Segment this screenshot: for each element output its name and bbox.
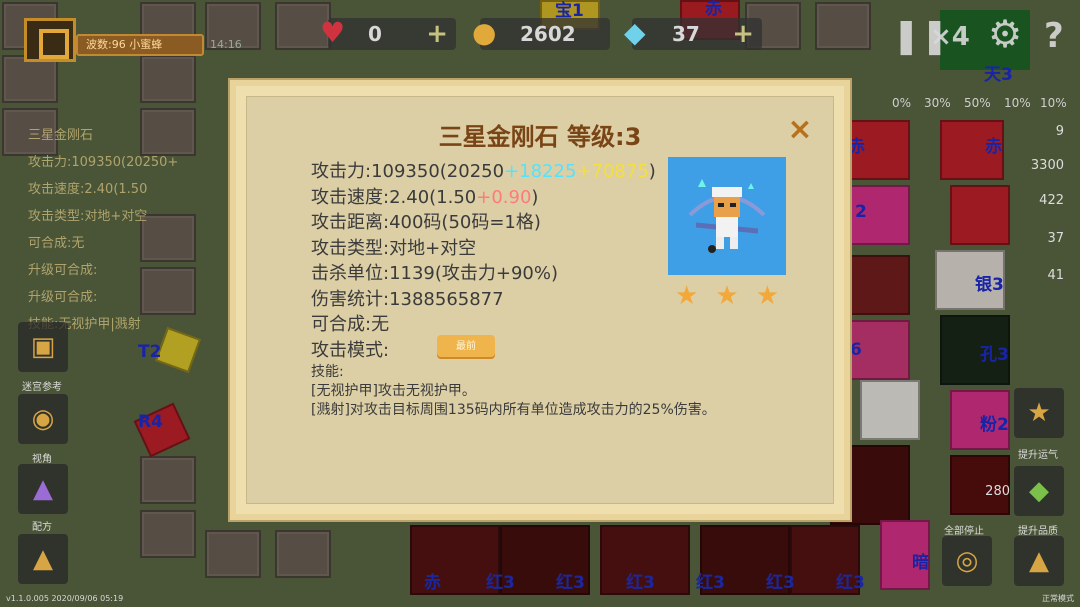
attack-speed-base: 攻击速度:2.40(1.50 (311, 186, 477, 208)
left-info-line: 升级可合成: (28, 290, 98, 305)
side-stat: 41 (1047, 268, 1064, 283)
skill-item: [溅射]对攻击目标周围135码内所有单位造成攻击力的25%伤害。 (311, 402, 716, 418)
quality-up-button[interactable]: ◆ (1014, 466, 1064, 516)
kills-row: 击杀单位:1139(攻击力+90%) (311, 263, 559, 284)
skill-item: [无视护甲]攻击无视护甲。 (311, 383, 476, 399)
attack-type-row: 攻击类型:对地+对空 (311, 237, 477, 259)
gem-odds: 0% (892, 96, 912, 110)
hearts-value: 0 (368, 22, 382, 46)
left-info-line: 攻击类型:对地+对空 (28, 209, 148, 224)
side-stat: 3300 (1030, 158, 1064, 173)
skills-title: 技能: (311, 364, 344, 380)
maze-reference-button[interactable]: ▣ (18, 322, 68, 372)
heart-icon: ♥ (320, 16, 346, 49)
gear-icon[interactable]: ⚙ (988, 12, 1022, 56)
tower-portrait-art (688, 179, 766, 253)
game-timer: 14:16 (210, 38, 242, 51)
gems-value: 37 (672, 22, 700, 46)
gems-counter: ◆ 37 + (624, 16, 762, 50)
attack-bonus-yellow: +70875 (576, 161, 649, 182)
side-stat: 37 (1047, 231, 1064, 246)
star-icon: ★ (675, 281, 699, 311)
attack-speed-row: 攻击速度:2.40(1.50+0.90) (311, 185, 656, 211)
attack-power-suffix: ) (648, 161, 656, 182)
tower-info-dialog: 三星金刚石 等级:3 × 攻击力:109350(20250+18225+7087… (230, 80, 850, 520)
diamond-icon: ◆ (624, 16, 646, 49)
left-info-line: 攻击速度:2.40(1.50 (28, 182, 148, 197)
quality-up-label: 提升品质 (1018, 526, 1058, 537)
stop-all-label: 全部停止 (944, 526, 984, 537)
up-triangle-icon: ▲ (1029, 546, 1049, 576)
side-stat: 422 (1039, 193, 1064, 208)
side-stat: 9 (1055, 124, 1064, 139)
recipe-button[interactable]: ▲ (18, 464, 68, 514)
add-gems-button[interactable]: + (732, 18, 754, 50)
luck-up-label: 提升运气 (1018, 450, 1058, 461)
view-button[interactable]: ◉ (18, 394, 68, 444)
maze-icon: ▣ (30, 332, 56, 362)
gem-upgrade-icon: ◆ (1029, 476, 1049, 506)
eye-icon: ◉ (31, 404, 55, 434)
left-info-line: 三星金刚石 (28, 128, 94, 143)
star-icon: ★ (715, 281, 739, 311)
left-info-line: 攻击力:109350(20250+ (28, 155, 179, 170)
left-info-line: 升级可合成: (28, 263, 98, 278)
gem-odds: 50% (964, 96, 991, 110)
dialog-body: 三星金刚石 等级:3 × 攻击力:109350(20250+18225+7087… (246, 96, 834, 504)
gem-odds: 30% (924, 96, 951, 110)
player-avatar[interactable] (24, 18, 76, 62)
hearts-counter: ♥ 0 + (320, 16, 456, 50)
coins-value: 2602 (520, 22, 576, 46)
star-icon: ★ (1027, 398, 1051, 428)
attack-power-row: 攻击力:109350(20250+18225+70875) (311, 159, 656, 185)
upgrade-arrow-button[interactable]: ▲ (18, 534, 68, 584)
recipe-label: 配方 (32, 522, 52, 533)
stop-icon: ◎ (955, 546, 979, 576)
speed-x4-icon[interactable]: ×4 (930, 22, 970, 52)
gem-odds: 10% (1040, 96, 1067, 110)
attack-range-row: 攻击距离:400码(50码=1格) (311, 212, 541, 233)
add-hearts-button[interactable]: + (426, 18, 448, 50)
question-icon[interactable]: ? (1044, 16, 1064, 56)
attack-speed-suffix: ) (531, 186, 539, 208)
damage-row: 伤害统计:1388565877 (311, 288, 504, 310)
tower-stats: 攻击力:109350(20250+18225+70875) 攻击速度:2.40(… (311, 159, 656, 363)
up-triangle-icon: ▲ (33, 544, 53, 574)
star-rating: ★ ★ ★ (675, 281, 779, 311)
wizard-hat-icon: ▲ (33, 474, 53, 504)
right-coin-count: 280 (985, 484, 1010, 499)
coins-counter: ● 2602 (472, 16, 610, 50)
upgrade-arrow-button-right[interactable]: ▲ (1014, 536, 1064, 586)
version-text: v1.1.0.005 2020/09/06 05:19 (6, 594, 124, 603)
dialog-title: 三星金刚石 等级:3 (438, 123, 642, 151)
skills-section: 技能: [无视护甲]攻击无视护甲。 [溅射]对攻击目标周围135码内所有单位造成… (311, 363, 716, 420)
close-icon[interactable]: × (785, 115, 815, 145)
stop-all-button[interactable]: ◎ (942, 536, 992, 586)
wave-indicator: 波数:96 小蜜蜂 (76, 34, 204, 56)
coin-icon: ● (472, 16, 497, 49)
combine-row: 可合成:无 (311, 314, 390, 335)
luck-up-button[interactable]: ★ (1014, 388, 1064, 438)
game-mode-text: 正常模式 (1042, 594, 1074, 603)
star-icon: ★ (755, 281, 779, 311)
attack-bonus-cyan: +18225 (504, 161, 577, 182)
attack-power-base: 攻击力:109350(20250 (311, 161, 505, 182)
attack-mode-button[interactable]: 最前 (437, 335, 495, 359)
view-label: 视角 (32, 454, 52, 465)
left-info-line: 可合成:无 (28, 236, 85, 251)
gem-odds: 10% (1004, 96, 1031, 110)
attack-speed-bonus: +0.90 (476, 186, 532, 208)
tower-portrait (668, 157, 786, 275)
maze-reference-label: 迷宫参考 (22, 382, 62, 393)
